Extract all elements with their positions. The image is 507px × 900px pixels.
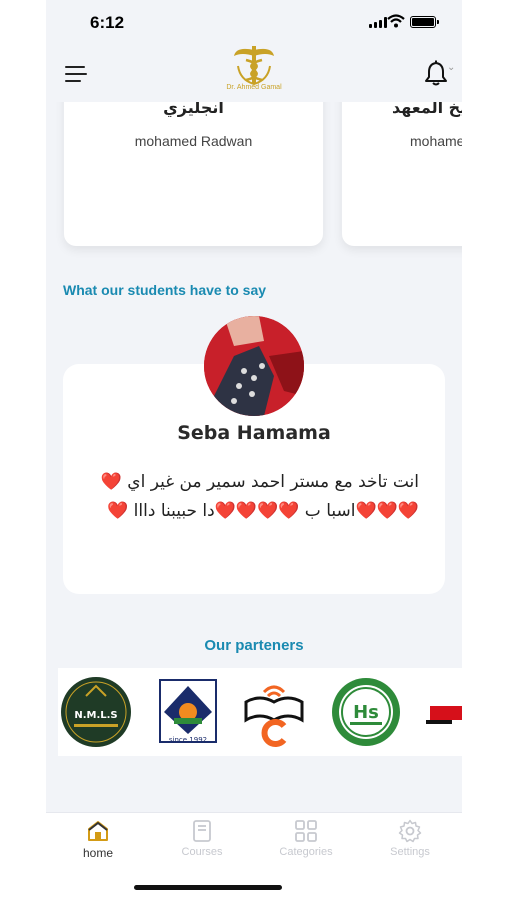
home-indicator [134, 885, 282, 890]
avatar [204, 316, 304, 416]
institute-logo-text: since 1992 [169, 736, 207, 744]
avatar-image [204, 316, 304, 416]
status-bar: 6:12 [46, 0, 462, 44]
app-logo: Dr. Ahmed Gamal [218, 44, 290, 100]
app-screen: انجليزي mohamed Radwan يخ المعهد mohame … [46, 0, 462, 900]
institute-logo[interactable]: since 1992 [152, 676, 224, 748]
tab-label: Courses [181, 846, 223, 858]
caduceus-logo-icon [234, 46, 274, 86]
teacher-name: mohamed Radwan [134, 133, 253, 149]
categories-icon [295, 820, 317, 842]
notification-bell-icon[interactable] [424, 60, 448, 86]
reviewer-name: Seba Hamama [177, 422, 331, 444]
partners-title: Our parteners [204, 637, 304, 654]
testimonials-title: What our students have to say [63, 282, 267, 298]
tab-settings[interactable]: Settings [370, 819, 450, 858]
home-icon [88, 821, 108, 841]
cellular-signal-icon [369, 17, 387, 28]
logo-text: Dr. Ahmed Gamal [226, 84, 282, 91]
battery-icon [410, 16, 439, 28]
tab-courses[interactable]: Courses [162, 819, 242, 858]
tab-home[interactable]: home [58, 819, 138, 860]
red-arabic-logo[interactable] [424, 676, 462, 748]
tab-label: home [82, 846, 114, 860]
tab-label: Categories [279, 846, 333, 858]
hs-geography-logo[interactable]: Hs [330, 676, 402, 748]
wifi-icon [387, 14, 405, 28]
book-wifi-c-logo[interactable] [238, 676, 310, 748]
app-header: Dr. Ahmed Gamal ⌄ [46, 44, 462, 102]
chevron-down-icon: ⌄ [447, 62, 456, 73]
status-time: 6:12 [90, 13, 125, 32]
settings-icon [398, 819, 422, 843]
review-text: انت تاخد مع مستر احمد سمير من غير اي ❤️❤… [100, 472, 419, 521]
teacher-name: mohame [410, 133, 462, 149]
nmls-logo-text: N.M.L.S [74, 710, 117, 721]
hs-logo-text: Hs [353, 702, 379, 723]
tab-label: Settings [390, 846, 430, 858]
courses-icon [193, 820, 211, 842]
menu-icon[interactable] [65, 66, 87, 82]
partners-carousel[interactable]: N.M.L.S since 1992 Hs [58, 668, 462, 756]
nmls-logo[interactable]: N.M.L.S [60, 676, 132, 748]
tab-categories[interactable]: Categories [266, 819, 346, 858]
